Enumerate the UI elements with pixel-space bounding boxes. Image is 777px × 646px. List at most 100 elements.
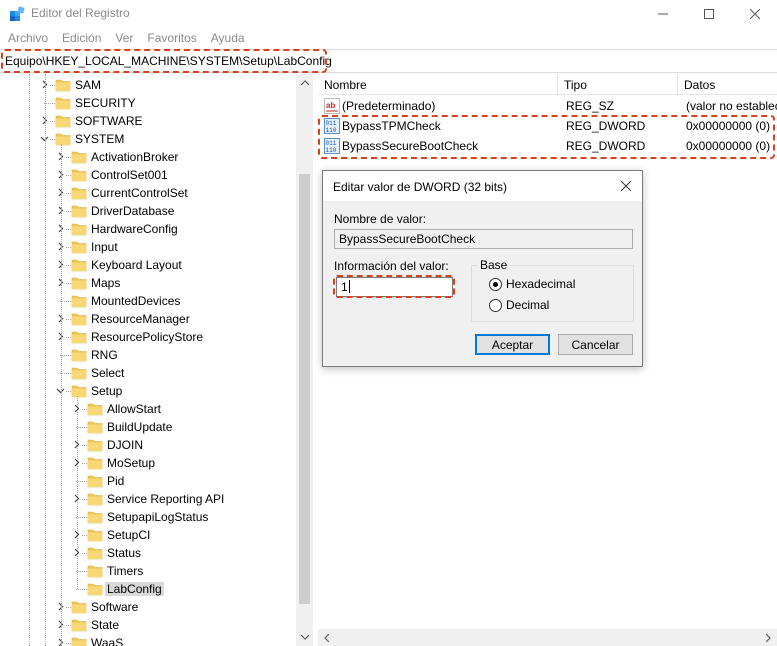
tree-item-label: Status <box>107 546 142 560</box>
binary-value-icon: 011 110 <box>324 118 340 134</box>
tree-item-label: Setup <box>91 384 123 398</box>
tree-item-label: LabConfig <box>105 582 164 596</box>
tree-item-label: Select <box>91 366 125 380</box>
base-label: Base <box>477 258 511 272</box>
tree-scrollbar[interactable] <box>296 74 312 646</box>
value-name: BypassTPMCheck <box>342 119 441 133</box>
decimal-radio[interactable] <box>489 299 502 312</box>
folder-icon <box>71 385 87 398</box>
tree-item-label: SECURITY <box>75 96 136 110</box>
tree-item-label: SetupapiLogStatus <box>107 510 209 524</box>
list-item[interactable]: ab (Predeterminado) REG_SZ (valor no est… <box>318 96 777 116</box>
registry-editor-icon <box>10 6 25 21</box>
menu-archivo[interactable]: Archivo <box>0 29 54 49</box>
value-name: BypassSecureBootCheck <box>342 139 479 153</box>
close-button[interactable] <box>732 0 777 28</box>
menu-ayuda[interactable]: Ayuda <box>203 29 251 49</box>
hexadecimal-radio[interactable] <box>489 278 502 291</box>
key-tree[interactable]: SAM SECURITY SOFTWARE SYSTEM ActivationBroke… <box>0 74 313 646</box>
tree-item-label: DJOIN <box>107 438 143 452</box>
tree-guide-line <box>45 74 46 646</box>
menu-edicion[interactable]: Edición <box>54 29 107 49</box>
text-cursor <box>348 280 350 293</box>
tree-item-label: Maps <box>91 276 121 290</box>
value-name: (Predeterminado) <box>342 99 436 113</box>
edit-dword-dialog: Editar valor de DWORD (32 bits) Nombre d… <box>322 170 643 367</box>
tree-item-label: ControlSet001 <box>91 168 168 182</box>
list-item[interactable]: 011 110 BypassSecureBootCheck REG_DWORD … <box>318 136 777 156</box>
folder-icon <box>71 259 87 272</box>
tree-item-label: SAM <box>75 78 102 92</box>
svg-text:011: 011 <box>326 120 337 127</box>
column-nombre[interactable]: Nombre <box>318 74 558 95</box>
folder-icon <box>87 511 103 524</box>
tree-item-label: Pid <box>107 474 125 488</box>
minimize-button[interactable] <box>640 0 686 28</box>
tree-item-label: SYSTEM <box>75 132 125 146</box>
folder-icon <box>71 169 87 182</box>
tree-guide-line <box>77 396 78 589</box>
tree-guide-line <box>29 74 30 646</box>
tree-item-label: AllowStart <box>107 402 162 416</box>
address-path[interactable]: Equipo\HKEY_LOCAL_MACHINE\SYSTEM\Setup\L… <box>5 54 332 68</box>
folder-icon <box>71 313 87 326</box>
value-type: REG_DWORD <box>566 139 646 153</box>
tree-scroll-thumb[interactable] <box>299 174 310 604</box>
folder-icon <box>71 277 87 290</box>
string-value-icon: ab <box>324 98 340 114</box>
scroll-down-button[interactable] <box>296 629 312 646</box>
scroll-left-button[interactable] <box>318 629 335 646</box>
folder-icon <box>87 403 103 416</box>
folder-icon <box>87 421 103 434</box>
folder-icon <box>87 547 103 560</box>
tree-item-label: Software <box>91 600 139 614</box>
tree-item-label: ResourcePolicyStore <box>91 330 204 344</box>
tree-item-label: MountedDevices <box>91 294 181 308</box>
tree-item-label: RNG <box>91 348 118 362</box>
list-header: Nombre Tipo Datos <box>318 74 777 95</box>
value-data: (valor no establecido) <box>686 99 777 113</box>
svg-text:110: 110 <box>326 127 337 134</box>
scroll-up-button[interactable] <box>296 74 312 91</box>
tree-guide-line <box>61 144 62 646</box>
menu-bar: Archivo Edición Ver Favoritos Ayuda <box>0 29 777 49</box>
maximize-button[interactable] <box>686 0 732 28</box>
menu-ver[interactable]: Ver <box>107 29 139 49</box>
decimal-label[interactable]: Decimal <box>506 298 549 312</box>
value-data: 0x00000000 (0) <box>686 139 771 153</box>
value-data-text: 1 <box>341 280 348 294</box>
chevron-left-icon <box>324 633 329 642</box>
folder-icon <box>71 295 87 308</box>
menu-favoritos[interactable]: Favoritos <box>139 29 202 49</box>
column-datos[interactable]: Datos <box>678 74 777 95</box>
hexadecimal-label[interactable]: Hexadecimal <box>506 277 575 291</box>
value-name-label: Nombre de valor: <box>334 212 427 226</box>
ok-button[interactable]: Aceptar <box>475 334 550 355</box>
folder-icon <box>87 457 103 470</box>
scroll-right-button[interactable] <box>760 629 777 646</box>
close-icon <box>621 181 631 191</box>
tree-connector <box>76 589 87 590</box>
tree-item-label: State <box>91 618 120 632</box>
folder-icon <box>55 133 71 146</box>
tree-item-label: ActivationBroker <box>91 150 179 164</box>
binary-value-icon: 011 110 <box>324 138 340 154</box>
dialog-close-button[interactable] <box>618 178 634 194</box>
svg-text:ab: ab <box>326 101 335 110</box>
base-groupbox <box>471 265 634 322</box>
folder-icon <box>71 223 87 236</box>
dialog-title: Editar valor de DWORD (32 bits) <box>333 180 508 194</box>
chevron-down-icon <box>300 635 309 640</box>
folder-icon <box>87 529 103 542</box>
window-title: Editor del Registro <box>31 6 130 20</box>
tree-item-label: Timers <box>107 564 144 578</box>
close-icon <box>750 9 760 19</box>
cancel-button[interactable]: Cancelar <box>558 334 633 355</box>
maximize-icon <box>704 9 714 19</box>
address-bar[interactable]: Equipo\HKEY_LOCAL_MACHINE\SYSTEM\Setup\L… <box>0 49 777 73</box>
column-tipo[interactable]: Tipo <box>558 74 678 95</box>
folder-icon <box>71 187 87 200</box>
value-data-input[interactable]: 1 <box>336 277 453 297</box>
list-item[interactable]: 011 110 BypassTPMCheck REG_DWORD 0x00000… <box>318 116 777 136</box>
list-h-scrollbar[interactable] <box>318 629 777 646</box>
